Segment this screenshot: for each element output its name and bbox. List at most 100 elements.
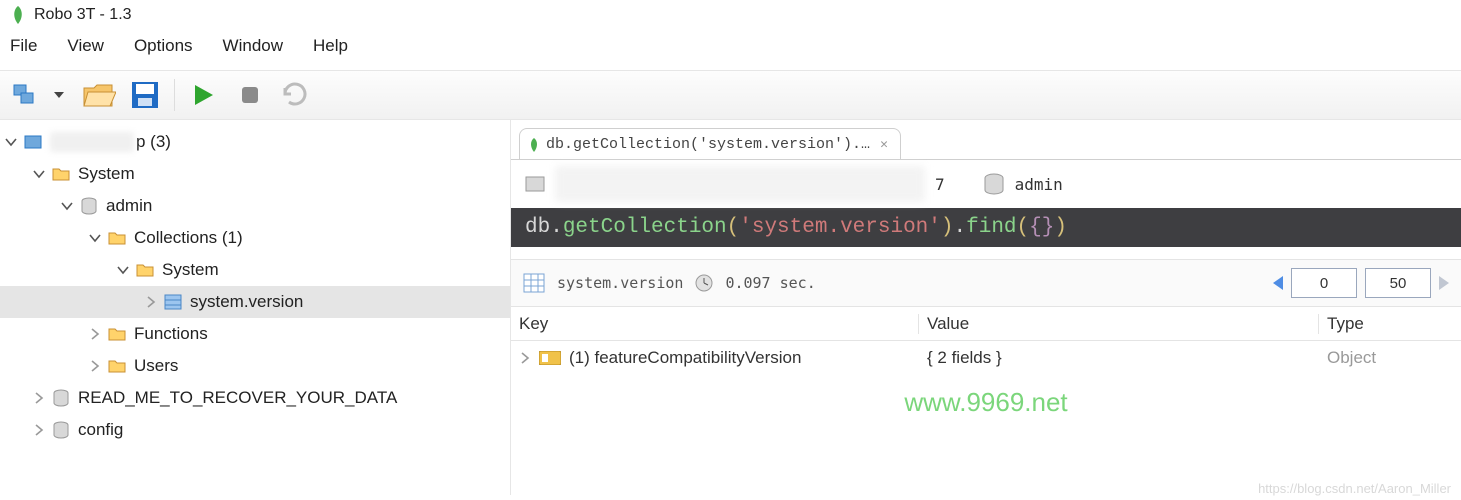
grid-icon [523, 273, 545, 293]
run-button[interactable] [183, 74, 225, 116]
rotate-button[interactable] [275, 74, 317, 116]
menu-bar: File View Options Window Help [0, 26, 1461, 70]
query-tab[interactable]: db.getCollection('system.version').… ✕ [519, 128, 901, 160]
menu-options[interactable]: Options [134, 36, 193, 56]
tree-db-config[interactable]: config [0, 414, 510, 446]
context-bar: 7 admin [511, 160, 1461, 208]
collection-icon [162, 291, 184, 313]
toolbar [0, 70, 1461, 120]
row-type: Object [1319, 348, 1461, 368]
chevron-right-icon[interactable] [140, 291, 162, 313]
folder-icon [106, 227, 128, 249]
tree-label: READ_ME_TO_RECOVER_YOUR_DATA [78, 388, 397, 408]
title-bar: Robo 3T - 1.3 [0, 0, 1461, 26]
chevron-right-icon[interactable] [84, 323, 106, 345]
offset-input[interactable] [1291, 268, 1357, 298]
tree-label: System [78, 164, 135, 184]
menu-help[interactable]: Help [313, 36, 348, 56]
row-key: (1) featureCompatibilityVersion [569, 348, 801, 368]
connect-button[interactable] [6, 74, 48, 116]
page-next-button[interactable] [1439, 276, 1449, 290]
stop-icon [240, 85, 260, 105]
database-icon [50, 387, 72, 409]
grid-header: Key Value Type [511, 307, 1461, 341]
folder-open-icon [82, 80, 116, 110]
clock-icon [695, 274, 713, 292]
tree-label: Users [134, 356, 178, 376]
page-prev-button[interactable] [1273, 276, 1283, 290]
tree-label: system.version [190, 292, 303, 312]
database-icon [78, 195, 100, 217]
tree-label: admin [106, 196, 152, 216]
tree-db-readme[interactable]: READ_ME_TO_RECOVER_YOUR_DATA [0, 382, 510, 414]
row-value: { 2 fields } [919, 348, 1319, 368]
folder-icon [106, 355, 128, 377]
leaf-icon [528, 138, 540, 152]
header-value[interactable]: Value [919, 314, 1319, 334]
connection-tree: p (3) System admin [0, 120, 510, 495]
server-icon [22, 131, 44, 153]
query-editor[interactable]: db.getCollection('system.version').find(… [511, 208, 1461, 247]
blurred-host [50, 132, 134, 152]
database-icon [50, 419, 72, 441]
query-panel: db.getCollection('system.version').… ✕ 7… [510, 120, 1461, 495]
menu-file[interactable]: File [10, 36, 37, 56]
chevron-down-icon[interactable] [112, 259, 134, 281]
app-logo-icon [10, 6, 26, 24]
app-title: Robo 3T - 1.3 [34, 6, 132, 24]
chevron-down-icon[interactable] [56, 195, 78, 217]
tree-label: System [162, 260, 219, 280]
database-icon [983, 173, 1005, 195]
tree-label: Functions [134, 324, 208, 344]
tree-root-label: p (3) [136, 132, 171, 152]
tree-label: config [78, 420, 123, 440]
document-icon [539, 351, 561, 365]
chevron-right-icon[interactable] [28, 419, 50, 441]
folder-icon [50, 163, 72, 185]
limit-input[interactable] [1365, 268, 1431, 298]
open-button[interactable] [78, 74, 120, 116]
tree-root[interactable]: p (3) [0, 126, 510, 158]
rotate-icon [281, 82, 311, 108]
tree-label: Collections (1) [134, 228, 243, 248]
save-button[interactable] [124, 74, 166, 116]
save-icon [130, 80, 160, 110]
connect-icon [13, 83, 41, 107]
result-collection: system.version [557, 274, 683, 292]
play-icon [192, 83, 216, 107]
tab-strip: db.getCollection('system.version').… ✕ [511, 120, 1461, 160]
toolbar-separator [174, 79, 175, 111]
tree-system-version[interactable]: system.version [0, 286, 510, 318]
chevron-right-icon[interactable] [519, 352, 531, 364]
folder-icon [134, 259, 156, 281]
chevron-down-icon[interactable] [28, 163, 50, 185]
stop-button[interactable] [229, 74, 271, 116]
result-bar: system.version 0.097 sec. [511, 259, 1461, 307]
tree-system-subfolder[interactable]: System [0, 254, 510, 286]
close-icon[interactable]: ✕ [880, 137, 888, 152]
folder-icon [106, 323, 128, 345]
watermark: www.9969.net [511, 387, 1461, 418]
blurred-host [555, 166, 925, 202]
tree-users[interactable]: Users [0, 350, 510, 382]
chevron-right-icon[interactable] [28, 387, 50, 409]
tree-system-folder[interactable]: System [0, 158, 510, 190]
result-time: 0.097 sec. [725, 274, 815, 292]
menu-window[interactable]: Window [223, 36, 283, 56]
connect-dropdown[interactable] [54, 92, 64, 98]
footer-watermark: https://blog.csdn.net/Aaron_Miller [1258, 481, 1451, 496]
chevron-right-icon[interactable] [84, 355, 106, 377]
header-type[interactable]: Type [1319, 314, 1461, 334]
tree-functions[interactable]: Functions [0, 318, 510, 350]
menu-view[interactable]: View [67, 36, 104, 56]
tree-collections[interactable]: Collections (1) [0, 222, 510, 254]
db-name: admin [1015, 175, 1063, 194]
tab-label: db.getCollection('system.version').… [546, 136, 870, 153]
tree-db-admin[interactable]: admin [0, 190, 510, 222]
server-icon [525, 175, 545, 193]
grid-row[interactable]: (1) featureCompatibilityVersion { 2 fiel… [511, 341, 1461, 375]
header-key[interactable]: Key [511, 314, 919, 334]
port-label: 7 [935, 175, 945, 194]
chevron-down-icon[interactable] [0, 131, 22, 153]
chevron-down-icon[interactable] [84, 227, 106, 249]
